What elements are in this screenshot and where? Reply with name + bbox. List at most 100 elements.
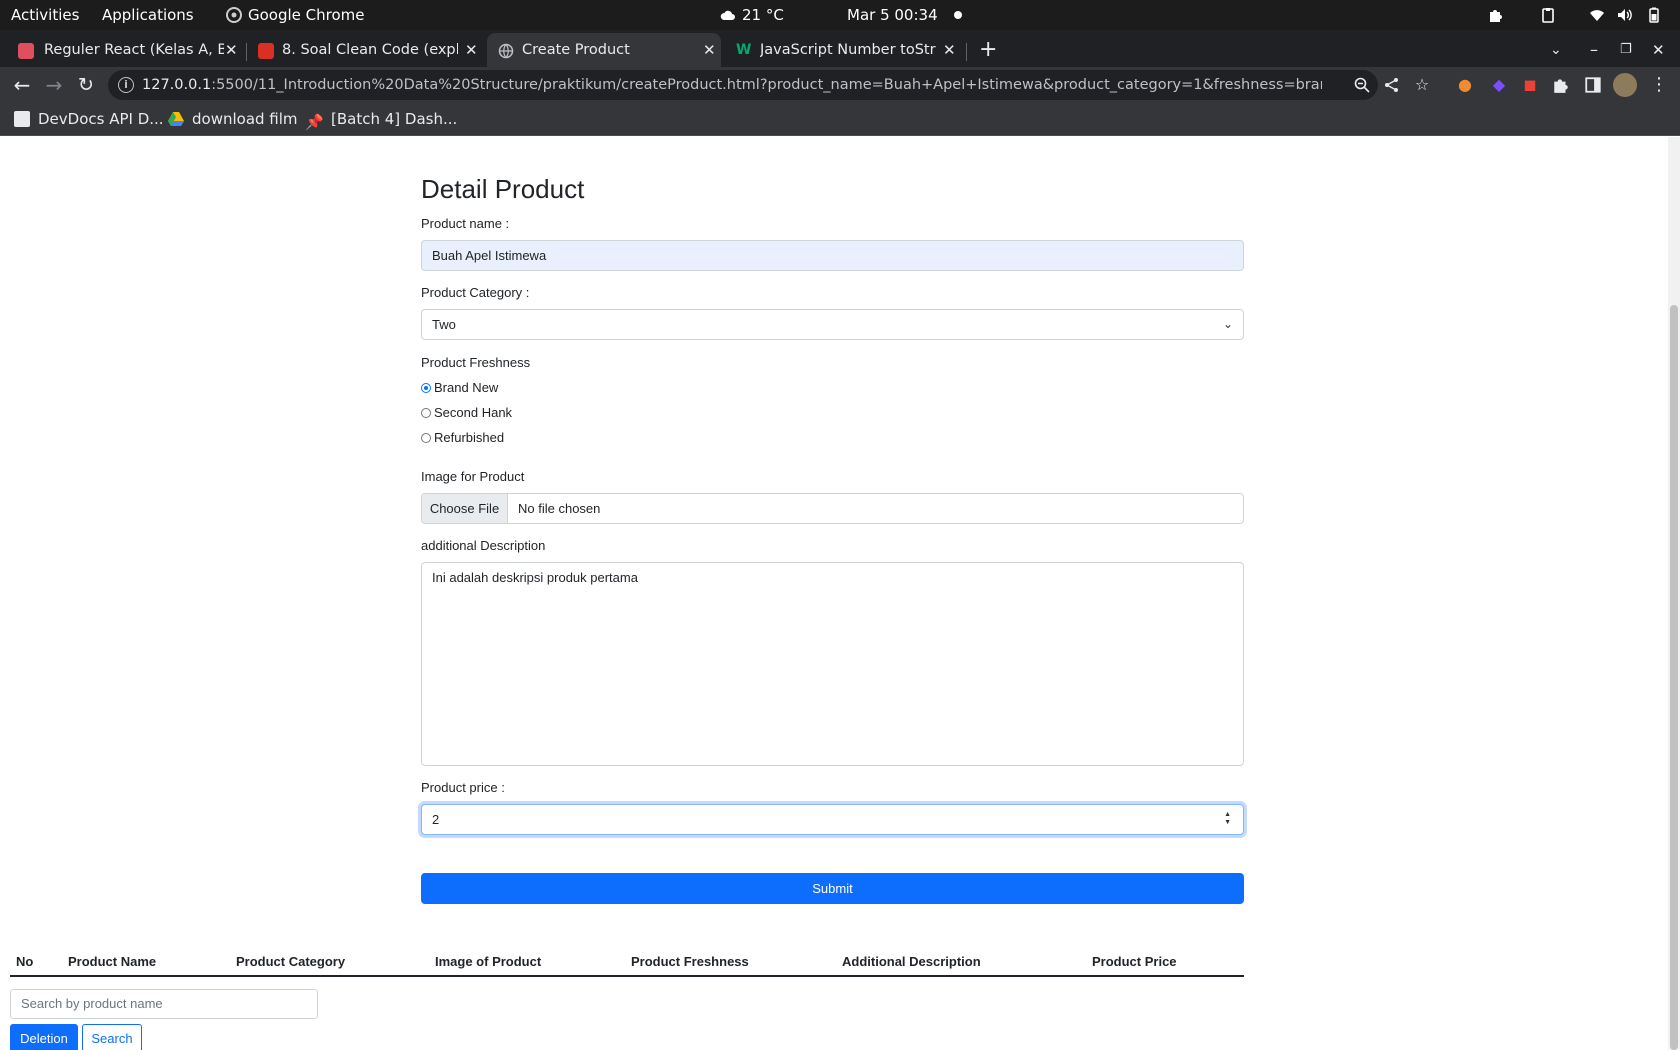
- site-info-icon[interactable]: i: [118, 77, 134, 93]
- url-text[interactable]: 127.0.0.1:5500/11_Introduction%20Data%20…: [142, 70, 1322, 100]
- clock[interactable]: Mar 5 00:34: [847, 0, 938, 30]
- tab-reguler-react[interactable]: Reguler React (Kelas A, B, C ✕: [18, 33, 243, 67]
- radio-label: Second Hank: [434, 405, 513, 420]
- radio-checked-icon[interactable]: [421, 383, 431, 393]
- favicon-icon: [18, 43, 34, 59]
- address-bar[interactable]: i 127.0.0.1:5500/11_Introduction%20Data%…: [108, 70, 1429, 100]
- product-name-input[interactable]: Buah Apel Istimewa: [421, 240, 1244, 271]
- search-input[interactable]: Search by product name: [10, 989, 318, 1019]
- applications-menu[interactable]: Applications: [102, 0, 194, 30]
- share-icon[interactable]: [1383, 76, 1401, 94]
- url-path: :5500/11_Introduction%20Data%20Structure…: [211, 77, 1322, 93]
- devdocs-icon: [14, 111, 30, 127]
- back-arrow-icon[interactable]: ←: [8, 67, 36, 103]
- zoom-icon[interactable]: [1353, 76, 1371, 94]
- product-freshness-label: Product Freshness: [421, 355, 531, 370]
- close-tab-icon[interactable]: ✕: [465, 33, 478, 67]
- page-scrollbar[interactable]: [1668, 137, 1680, 1050]
- search-button[interactable]: Search: [82, 1024, 142, 1050]
- pin-icon: 📌: [305, 113, 324, 131]
- close-tab-icon[interactable]: ✕: [225, 33, 238, 67]
- bookmarks-bar: DevDocs API D... download film 📌 [Batch 4…: [0, 103, 1680, 136]
- tab-create-product[interactable]: Create Product ✕: [487, 33, 721, 67]
- product-category-select[interactable]: Two ⌄: [421, 309, 1244, 340]
- bookmark-label: [Batch 4] Dash...: [331, 110, 458, 128]
- extensions-puzzle-icon[interactable]: [1552, 76, 1570, 94]
- close-window-icon[interactable]: ✕: [1652, 33, 1665, 67]
- deletion-button[interactable]: Deletion: [10, 1024, 78, 1050]
- tab-javascript-number[interactable]: W JavaScript Number toStrin ✕: [736, 33, 961, 67]
- radio-unchecked-icon[interactable]: [421, 433, 431, 443]
- freshness-option-brand-new[interactable]: Brand New: [421, 380, 498, 395]
- selected-category: Two: [432, 317, 456, 332]
- description-label: additional Description: [421, 538, 546, 553]
- url-host: 127.0.0.1: [142, 77, 212, 93]
- wifi-icon[interactable]: [1589, 7, 1605, 23]
- volume-icon[interactable]: [1617, 7, 1633, 23]
- tab-title: Reguler React (Kelas A, B, C: [44, 42, 224, 58]
- extension-red-icon[interactable]: ◼: [1521, 76, 1539, 94]
- close-tab-icon[interactable]: ✕: [703, 33, 716, 67]
- forward-arrow-icon[interactable]: →: [40, 67, 68, 103]
- product-category-label: Product Category :: [421, 285, 530, 300]
- browser-toolbar: ← → ↻ i 127.0.0.1:5500/11_Introduction%2…: [0, 67, 1680, 103]
- radio-label: Brand New: [434, 380, 499, 395]
- product-image-file-input[interactable]: Choose File No file chosen: [421, 493, 1244, 524]
- product-price-input[interactable]: 2 ▲ ▼: [421, 804, 1244, 835]
- tab-title: 8. Soal Clean Code (explo: [282, 42, 458, 58]
- scrollbar-thumb[interactable]: [1670, 305, 1678, 1050]
- number-spinner-icon[interactable]: ▲ ▼: [1224, 811, 1231, 827]
- tab-search-chevron-icon[interactable]: ⌄: [1550, 33, 1562, 67]
- minimize-window-icon[interactable]: –: [1590, 33, 1598, 67]
- w3schools-icon: W: [736, 42, 752, 58]
- tab-soal-clean-code[interactable]: 8. Soal Clean Code (explo ✕: [258, 33, 483, 67]
- side-panel-icon[interactable]: [1584, 76, 1602, 94]
- column-header-description: Additional Description: [842, 954, 981, 969]
- menu-kebab-icon[interactable]: ⋮: [1650, 76, 1668, 94]
- tab-divider: [246, 43, 247, 61]
- radio-unchecked-icon[interactable]: [421, 408, 431, 418]
- product-table-header: No Product Name Product Category Image o…: [10, 947, 1244, 977]
- restore-window-icon[interactable]: ❐: [1620, 33, 1632, 67]
- radio-label: Refurbished: [434, 430, 505, 445]
- image-label: Image for Product: [421, 469, 525, 484]
- bookmark-devdocs[interactable]: DevDocs API D...: [14, 103, 164, 135]
- clipboard-icon[interactable]: [1540, 7, 1556, 23]
- tab-title: JavaScript Number toStrin: [760, 42, 936, 58]
- column-header-no: No: [16, 954, 34, 969]
- column-header-product-name: Product Name: [68, 954, 157, 969]
- book-icon: [258, 43, 274, 59]
- weather-temperature: 21 °C: [742, 6, 784, 24]
- bookmark-batch4-dash[interactable]: 📌 [Batch 4] Dash...: [305, 103, 457, 135]
- description-textarea[interactable]: Ini adalah deskripsi produk pertama: [421, 562, 1244, 766]
- freshness-option-refurbished[interactable]: Refurbished: [421, 430, 504, 445]
- close-tab-icon[interactable]: ✕: [943, 33, 956, 67]
- globe-icon: [498, 43, 514, 59]
- bookmark-label: DevDocs API D...: [38, 110, 164, 128]
- drive-icon: [168, 112, 184, 126]
- tab-divider: [966, 43, 967, 61]
- battery-icon[interactable]: [1646, 7, 1662, 23]
- chrome-app-indicator[interactable]: Google Chrome: [226, 0, 365, 30]
- submit-button[interactable]: Submit: [421, 873, 1244, 904]
- extension-fire-icon[interactable]: ●: [1456, 76, 1474, 94]
- chrome-icon: [226, 7, 242, 23]
- weather-indicator[interactable]: 21 °C: [720, 0, 784, 30]
- profile-avatar[interactable]: [1613, 73, 1637, 97]
- bookmark-label: download film: [192, 110, 298, 128]
- activities-button[interactable]: Activities: [11, 0, 79, 30]
- extension-badge-icon[interactable]: ◆: [1490, 76, 1508, 94]
- freshness-option-second-hank[interactable]: Second Hank: [421, 405, 512, 420]
- extension-puzzle-icon[interactable]: [1488, 7, 1504, 23]
- page-title: Detail Product: [421, 174, 585, 204]
- app-name: Google Chrome: [248, 6, 365, 24]
- column-header-price: Product Price: [1092, 954, 1177, 969]
- reload-icon[interactable]: ↻: [72, 67, 100, 103]
- choose-file-button[interactable]: Choose File: [422, 494, 508, 523]
- new-tab-plus-icon[interactable]: +: [979, 33, 997, 67]
- chevron-down-icon: ⌄: [1222, 317, 1233, 331]
- page-viewport: Detail Product Product name : Buah Apel …: [0, 137, 1668, 1050]
- bookmark-download-film[interactable]: download film: [168, 103, 298, 135]
- bookmark-star-icon[interactable]: ☆: [1413, 76, 1431, 94]
- product-name-label: Product name :: [421, 216, 510, 231]
